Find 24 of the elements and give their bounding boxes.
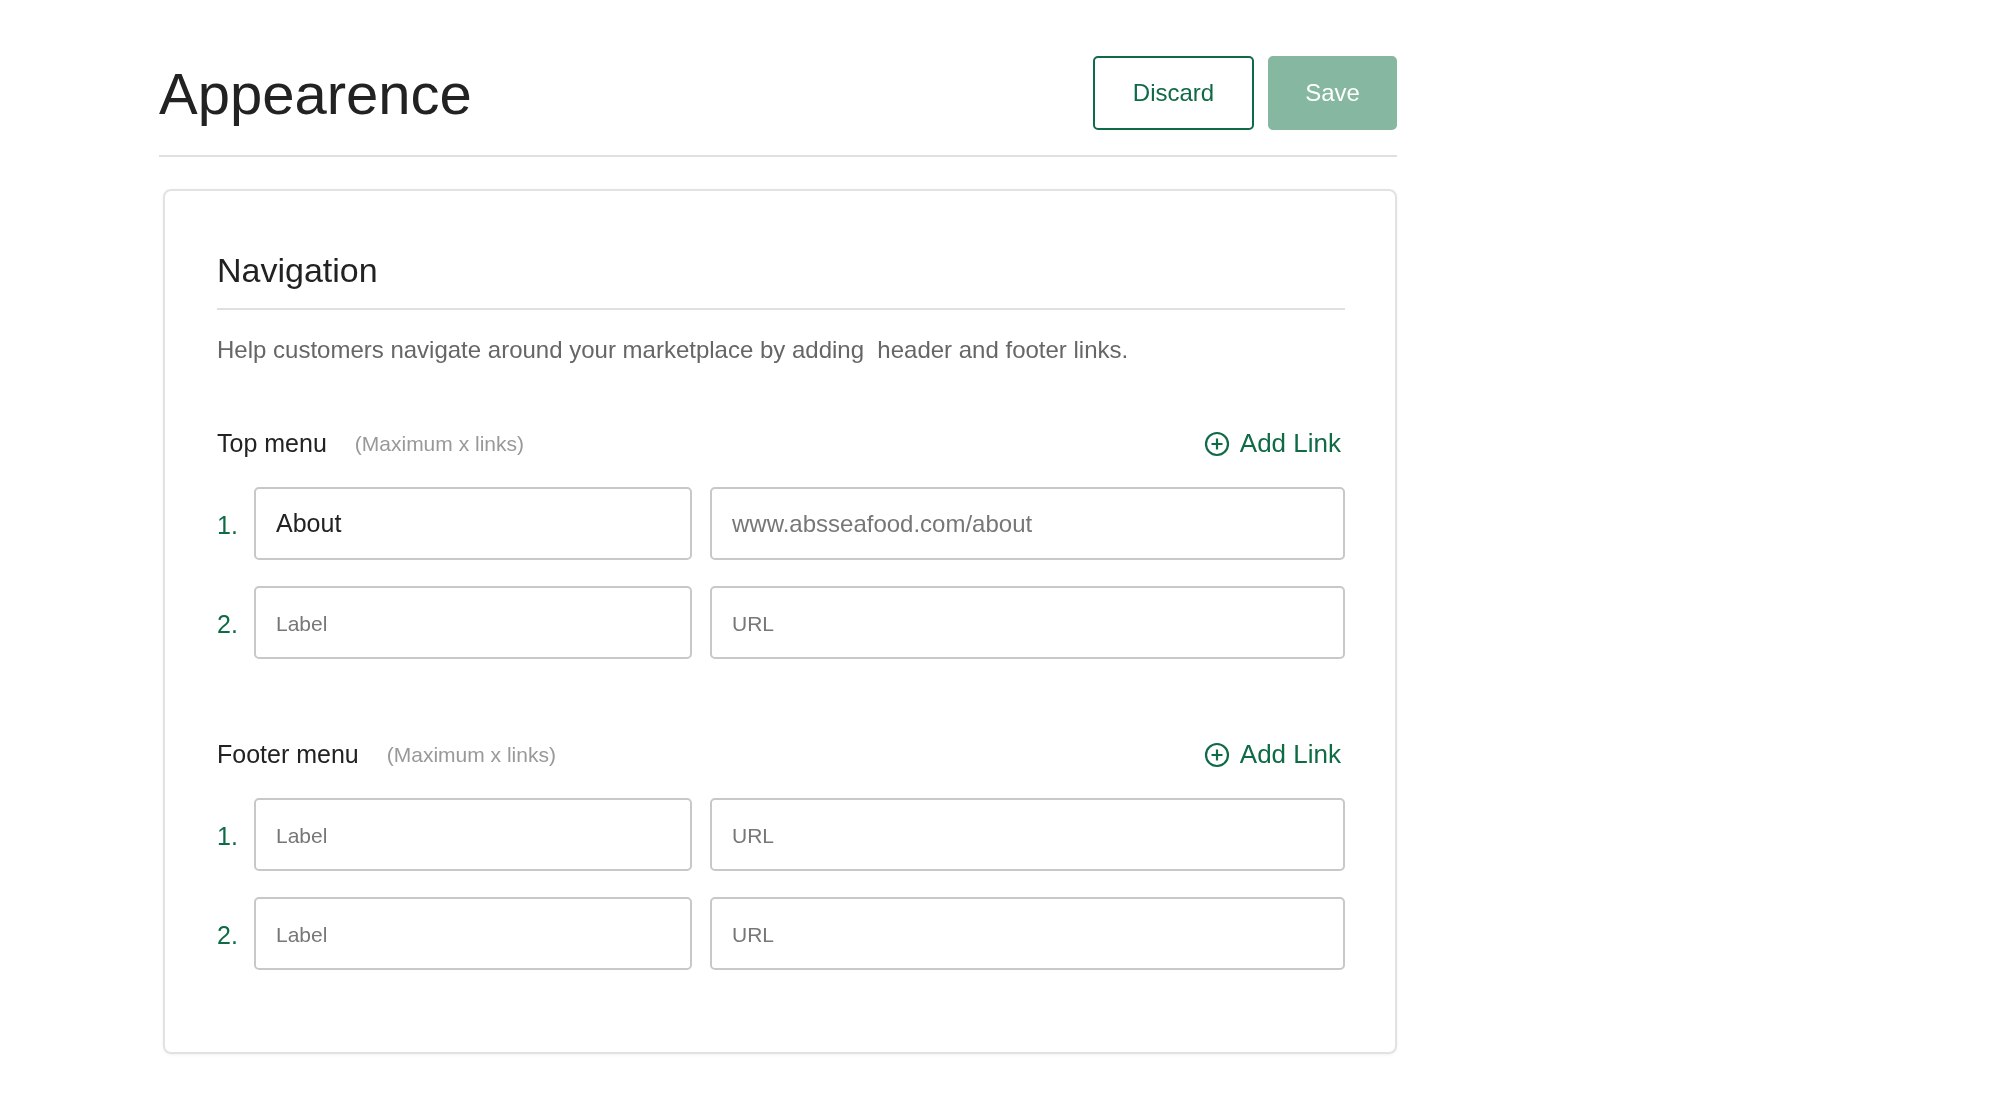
- menu-hint: (Maximum x links): [354, 431, 524, 456]
- row-number: 1.: [217, 510, 239, 540]
- add-link-button[interactable]: Add Link: [1203, 428, 1341, 459]
- discard-button[interactable]: Discard: [1093, 56, 1254, 130]
- label-field[interactable]: Label: [254, 586, 692, 659]
- add-icon: [1203, 741, 1230, 768]
- section-title: Navigation: [217, 251, 1345, 310]
- row-number: 2.: [217, 920, 239, 950]
- label-field[interactable]: Label: [254, 798, 692, 871]
- url-field[interactable]: URL: [710, 586, 1345, 659]
- url-field[interactable]: www.absseafood.com/about: [710, 487, 1345, 560]
- row-number: 1.: [217, 821, 239, 851]
- menu-title: Footer menu: [217, 740, 359, 769]
- menu-title: Top menu: [217, 429, 327, 458]
- section-description: Help customers navigate around your marketplace by adding header and footer links.: [217, 336, 1130, 364]
- label-field[interactable]: About: [254, 487, 692, 560]
- page-title: Appearence: [159, 59, 472, 127]
- add-link-button[interactable]: Add Link: [1203, 739, 1341, 770]
- label-field[interactable]: Label: [254, 897, 692, 970]
- row-number: 2.: [217, 609, 239, 639]
- menu-hint: (Maximum x links): [386, 742, 556, 767]
- add-icon: [1203, 430, 1230, 457]
- url-field[interactable]: URL: [710, 798, 1345, 871]
- url-field[interactable]: URL: [710, 897, 1345, 970]
